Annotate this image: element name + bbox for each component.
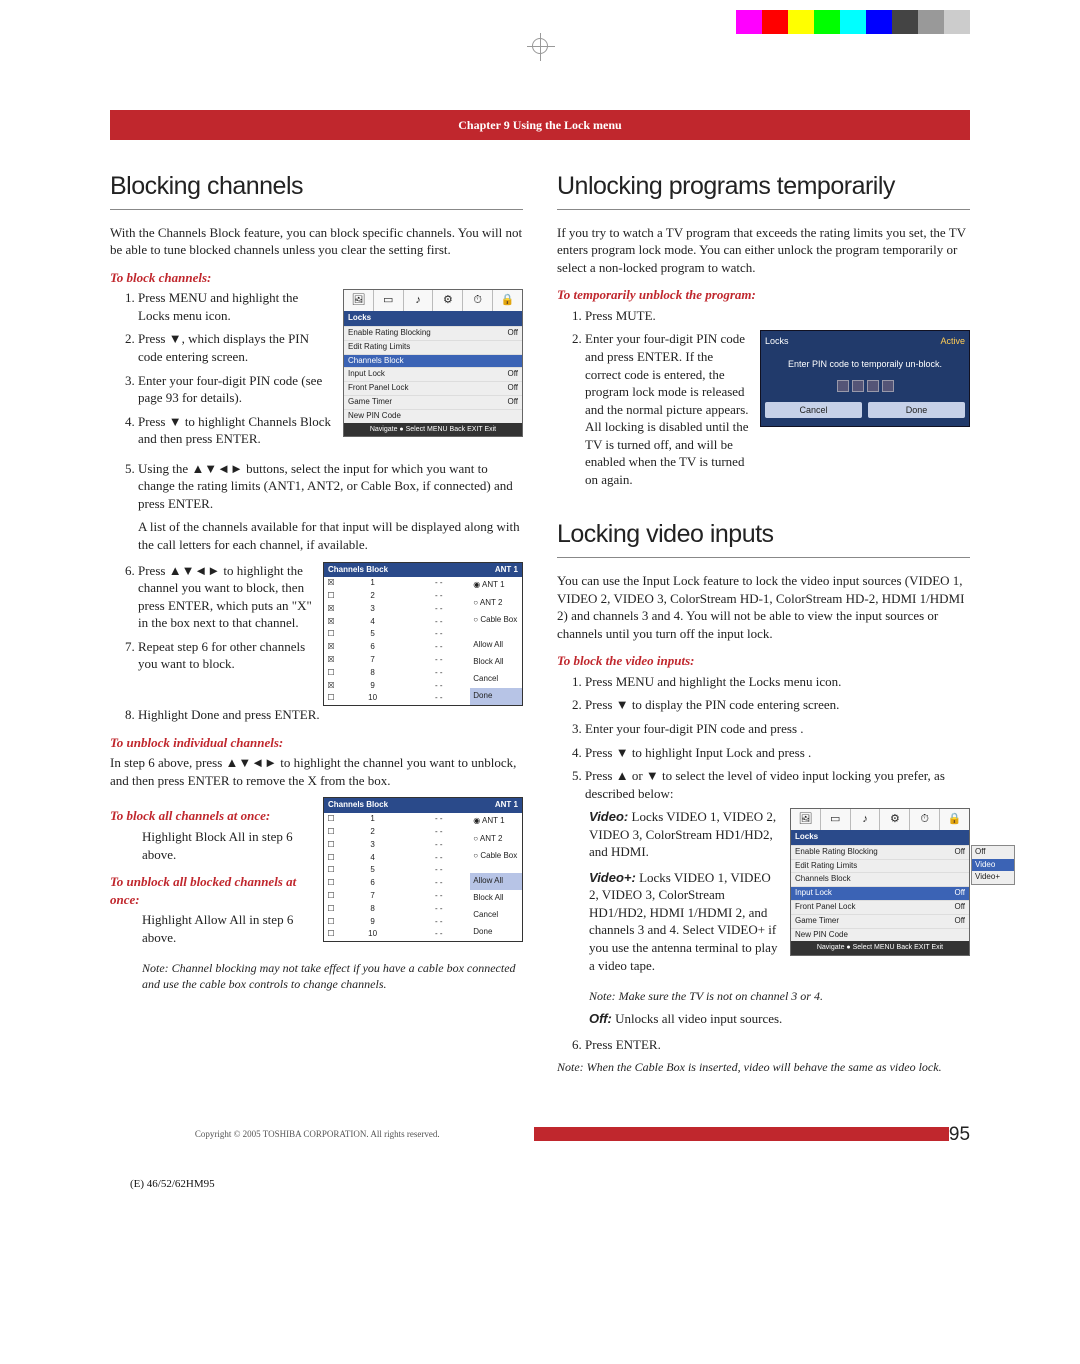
registration-mark-top: [532, 38, 548, 54]
osd-menu-row[interactable]: Enable Rating BlockingOff: [344, 326, 522, 340]
osd-menu-row[interactable]: Game TimerOff: [344, 395, 522, 409]
osd-menu-row[interactable]: Enable Rating BlockingOff: [791, 845, 969, 859]
step: Press ▲▼◄► to highlight the channel you …: [138, 562, 313, 632]
step: Enter your four-digit PIN code (see page…: [138, 372, 333, 407]
section-heading: Unlocking programs temporarily: [557, 170, 970, 210]
osd-menu-row[interactable]: Channels Block: [344, 354, 522, 368]
option-text: Unlocks all video input sources.: [612, 1011, 782, 1026]
step-list: Press MENU and highlight the Locks menu …: [585, 673, 970, 802]
footer-redbar: [534, 1127, 948, 1141]
option-text: Locks VIDEO 1, VIDEO 2, VIDEO 3, ColorSt…: [589, 870, 777, 973]
osd-menu-row[interactable]: New PIN Code: [344, 409, 522, 423]
step: Enter your four-digit PIN code and press…: [585, 330, 750, 488]
manual-page: Chapter 9 Using the Lock menu Blocking c…: [0, 0, 1080, 1222]
step: Enter your four-digit PIN code and press…: [585, 720, 970, 738]
osd-title: Locks: [344, 311, 522, 326]
step: Repeat step 6 for other channels you wan…: [138, 638, 313, 673]
two-column-layout: Blocking channels With the Channels Bloc…: [110, 170, 970, 1082]
status-badge: Active: [940, 335, 965, 347]
subhead: To unblock all blocked channels at once:: [110, 873, 313, 908]
osd-channels-block-2: Channels BlockANT 1☐1- -☐2- -☐3- -☐4- -☐…: [323, 797, 523, 942]
body-text: Highlight Allow All in step 6 above.: [142, 911, 313, 946]
pin-message: Enter PIN code to temporaily un-block.: [769, 358, 961, 370]
osd-menu-row[interactable]: Input LockOff: [344, 367, 522, 381]
step-list: Press ▲▼◄► to highlight the channel you …: [138, 562, 313, 679]
step-list: Press MENU and highlight the Locks menu …: [138, 289, 333, 453]
step: Press ▼ to highlight Input Lock and pres…: [585, 744, 970, 762]
osd-tab-icons: 🖼▭♪⚙⏱🔒: [344, 290, 522, 311]
step-list: Using the ▲▼◄► buttons, select the input…: [138, 460, 523, 554]
osd-footer: Navigate ● Select MENU Back EXIT Exit: [791, 941, 969, 954]
body-text: In step 6 above, press ▲▼◄► to highlight…: [110, 754, 523, 789]
cancel-button[interactable]: Cancel: [765, 402, 862, 418]
step: Press ▼ to highlight Channels Block and …: [138, 413, 333, 448]
osd-menu-row[interactable]: Edit Rating Limits: [344, 340, 522, 354]
note: Note: Make sure the TV is not on channel…: [589, 988, 970, 1004]
osd-input-lock: 🖼▭♪⚙⏱🔒 Locks Enable Rating BlockingOffEd…: [790, 808, 970, 956]
osd-title: Locks: [791, 830, 969, 845]
subhead: To block all channels at once:: [110, 807, 313, 825]
right-column: Unlocking programs temporarily If you tr…: [557, 170, 970, 1082]
osd-menu-row[interactable]: Edit Rating Limits: [791, 859, 969, 873]
osd-menu-row[interactable]: Front Panel LockOff: [791, 900, 969, 914]
step-list: Highlight Done and press ENTER.: [138, 706, 523, 724]
step: Press MENU and highlight the Locks menu …: [585, 673, 970, 691]
osd-pin-dialog: Locks Active Enter PIN code to temporail…: [760, 330, 970, 426]
intro-text: With the Channels Block feature, you can…: [110, 224, 523, 259]
step: Press ▼ to display the PIN code entering…: [585, 696, 970, 714]
subhead: To unblock individual channels:: [110, 734, 523, 752]
osd-menu-row[interactable]: Game TimerOff: [791, 914, 969, 928]
step-note: A list of the channels available for tha…: [138, 518, 523, 553]
option-label: Video+:: [589, 870, 636, 885]
step-list: Press ENTER.: [585, 1036, 970, 1054]
page-footer: Copyright © 2005 TOSHIBA CORPORATION. Al…: [110, 1122, 970, 1148]
option-desc: Video+: Locks VIDEO 1, VIDEO 2, VIDEO 3,…: [589, 869, 780, 974]
osd-footer: Navigate ● Select MENU Back EXIT Exit: [344, 423, 522, 436]
step: Press ▲ or ▼ to select the level of vide…: [585, 767, 970, 802]
note: Note: Channel blocking may not take effe…: [142, 960, 523, 992]
osd-channels-block-1: Channels BlockANT 1☒1- -☐2- -☒3- -☒4- -☐…: [323, 562, 523, 707]
option-label: Video:: [589, 809, 628, 824]
note: Note: When the Cable Box is inserted, vi…: [557, 1059, 970, 1075]
step: Press ▼, which displays the PIN code ent…: [138, 330, 333, 365]
subhead: To block channels:: [110, 269, 523, 287]
section-heading: Locking video inputs: [557, 518, 970, 558]
osd-title: Locks: [765, 335, 940, 347]
page-number: 95: [949, 1122, 970, 1148]
body-text: You can use the Input Lock feature to lo…: [557, 572, 970, 642]
body-text: Highlight Block All in step 6 above.: [142, 828, 313, 863]
step-list: Enter your four-digit PIN code and press…: [585, 330, 750, 494]
done-button[interactable]: Done: [868, 402, 965, 418]
osd-tab-icons: 🖼▭♪⚙⏱🔒: [791, 809, 969, 830]
step-list: Press MUTE.: [585, 307, 970, 325]
left-column: Blocking channels With the Channels Bloc…: [110, 170, 523, 1082]
option-desc: Off: Unlocks all video input sources.: [589, 1010, 970, 1028]
chapter-banner: Chapter 9 Using the Lock menu: [110, 110, 970, 140]
body-text: If you try to watch a TV program that ex…: [557, 224, 970, 277]
printer-colorbar: [736, 10, 970, 34]
step: Press MUTE.: [585, 307, 970, 325]
model-code: (E) 46/52/62HM95: [130, 1177, 970, 1192]
section-heading: Blocking channels: [110, 170, 523, 210]
step: Highlight Done and press ENTER.: [138, 706, 523, 724]
osd-menu-row[interactable]: Front Panel LockOff: [344, 381, 522, 395]
option-desc: Video: Locks VIDEO 1, VIDEO 2, VIDEO 3, …: [589, 808, 780, 861]
subhead: To temporarily unblock the program:: [557, 286, 970, 304]
step: Press ENTER.: [585, 1036, 970, 1054]
copyright: Copyright © 2005 TOSHIBA CORPORATION. Al…: [110, 1128, 524, 1140]
subhead: To block the video inputs:: [557, 652, 970, 670]
step-text: Using the ▲▼◄► buttons, select the input…: [138, 461, 513, 511]
osd-menu-row[interactable]: Channels Block: [791, 872, 969, 886]
osd-menu-row[interactable]: New PIN Code: [791, 928, 969, 942]
osd-locks-menu: 🖼▭♪⚙⏱🔒 Locks Enable Rating BlockingOffEd…: [343, 289, 523, 437]
pin-boxes: [765, 380, 965, 392]
osd-menu-row[interactable]: Input LockOff: [791, 886, 969, 900]
step: Using the ▲▼◄► buttons, select the input…: [138, 460, 523, 554]
option-label: Off:: [589, 1011, 612, 1026]
step: Press MENU and highlight the Locks menu …: [138, 289, 333, 324]
